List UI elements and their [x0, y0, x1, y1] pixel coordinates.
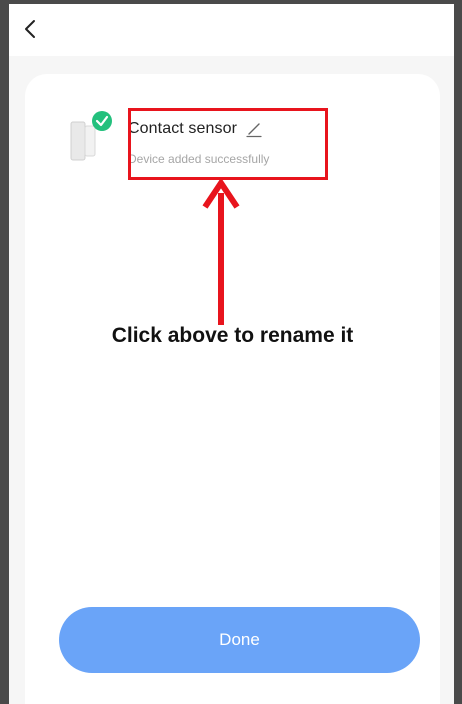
chevron-left-icon [23, 19, 37, 44]
up-arrow-icon [199, 177, 243, 327]
app-screen: Contact sensor Device added successfully… [0, 0, 462, 704]
contact-sensor-icon [69, 110, 113, 164]
rename-highlight-box [128, 108, 328, 180]
done-button[interactable]: Done [59, 607, 420, 673]
instruction-text: Click above to rename it [111, 324, 354, 347]
done-button-label: Done [219, 630, 260, 649]
top-bar [9, 4, 454, 56]
back-button[interactable] [15, 14, 45, 48]
